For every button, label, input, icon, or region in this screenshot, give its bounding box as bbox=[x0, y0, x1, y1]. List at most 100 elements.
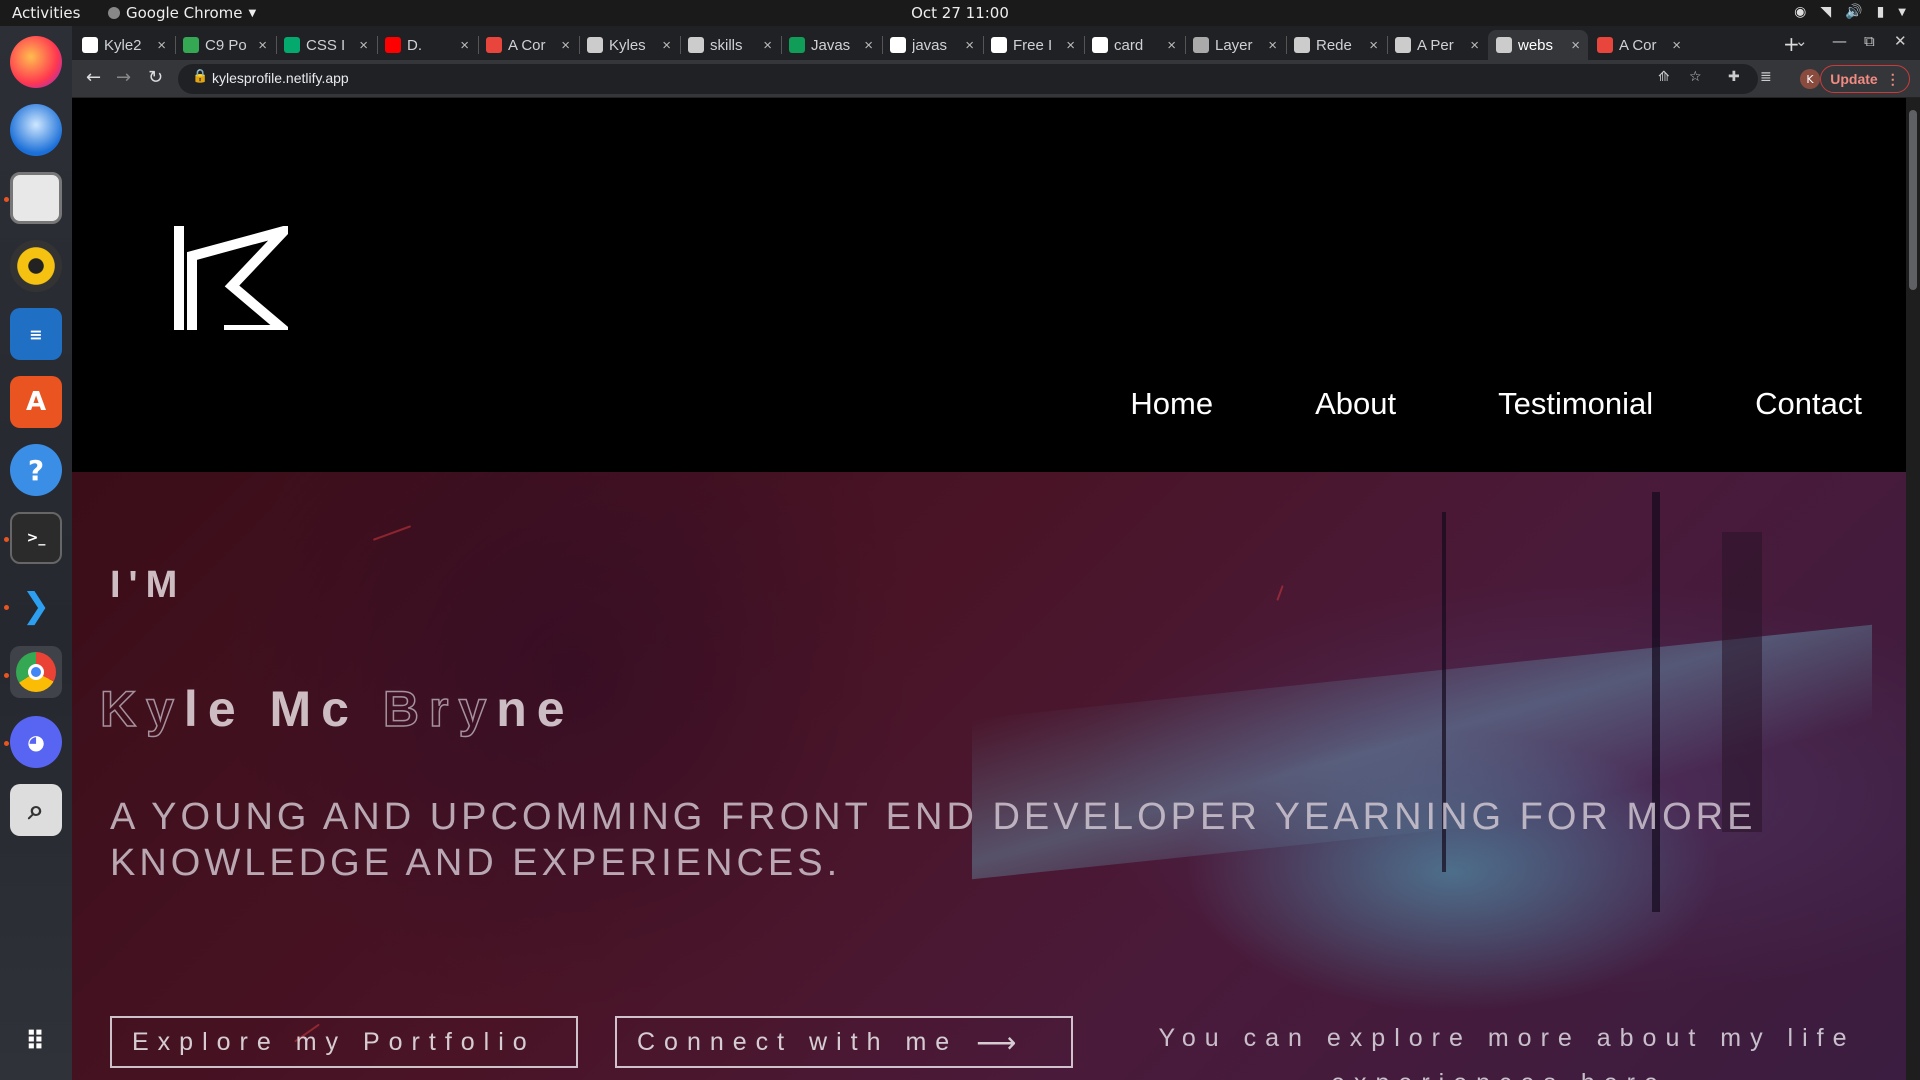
tab-title: D. bbox=[407, 36, 422, 54]
browser-tab[interactable]: Kyle2 × bbox=[74, 30, 174, 60]
running-indicator bbox=[4, 741, 9, 746]
help-icon[interactable]: ? bbox=[10, 444, 62, 496]
thunderbird-icon[interactable] bbox=[10, 104, 62, 156]
close-tab-icon[interactable]: × bbox=[965, 37, 974, 54]
app-menu[interactable]: Google Chrome ▼ bbox=[108, 4, 256, 22]
close-tab-icon[interactable]: × bbox=[1167, 37, 1176, 54]
close-tab-icon[interactable]: × bbox=[1066, 37, 1075, 54]
explore-more-link[interactable]: You can explore more about my life exper… bbox=[1102, 1016, 1906, 1080]
profile-avatar[interactable]: K bbox=[1800, 69, 1820, 89]
browser-tab[interactable]: card × bbox=[1084, 30, 1184, 60]
site-logo[interactable] bbox=[174, 226, 288, 330]
browser-tab[interactable]: CSS I × bbox=[276, 30, 376, 60]
close-tab-icon[interactable]: × bbox=[157, 37, 166, 54]
close-tab-icon[interactable]: × bbox=[1369, 37, 1378, 54]
browser-tab[interactable]: Javas × bbox=[781, 30, 881, 60]
browser-tab[interactable]: Kyles × bbox=[579, 30, 679, 60]
update-label: Update bbox=[1830, 71, 1878, 87]
browser-tab[interactable]: javas × bbox=[882, 30, 982, 60]
netlify-icon bbox=[688, 37, 704, 53]
browser-tab[interactable]: webs × bbox=[1488, 30, 1588, 60]
nav-link-testimonial[interactable]: Testimonial bbox=[1498, 386, 1653, 422]
connect-with-me-label: Connect with me bbox=[637, 1027, 959, 1056]
url-text[interactable]: kylesprofile.netlify.app bbox=[212, 70, 349, 86]
close-tab-icon[interactable]: × bbox=[662, 37, 671, 54]
nav-link-about[interactable]: About bbox=[1315, 386, 1396, 422]
discord-icon[interactable]: ◕ bbox=[10, 716, 62, 768]
minimize-icon[interactable]: — bbox=[1832, 32, 1847, 50]
tab-title: Kyles bbox=[609, 36, 646, 54]
close-tab-icon[interactable]: × bbox=[258, 37, 267, 54]
browser-tab[interactable]: A Cor × bbox=[478, 30, 578, 60]
netlify-icon bbox=[1395, 37, 1411, 53]
browser-tab[interactable]: C9 Po × bbox=[175, 30, 275, 60]
show-applications-icon[interactable]: ⠿ bbox=[10, 1016, 62, 1068]
forward-arrow-icon[interactable]: → bbox=[116, 67, 131, 88]
lock-icon[interactable]: 🔒 bbox=[192, 69, 208, 84]
browser-tab[interactable]: A Per × bbox=[1387, 30, 1487, 60]
activities-button[interactable]: Activities bbox=[12, 4, 80, 22]
address-bar[interactable]: 🔒 kylesprofile.netlify.app bbox=[178, 64, 1758, 94]
extensions-icon[interactable]: ✚ bbox=[1728, 69, 1740, 85]
writer-icon[interactable]: ≡ bbox=[10, 308, 62, 360]
firefox-icon[interactable] bbox=[10, 36, 62, 88]
google-icon bbox=[1092, 37, 1108, 53]
media-control-icon[interactable]: ≣ bbox=[1760, 69, 1772, 85]
close-tab-icon[interactable]: × bbox=[1470, 37, 1479, 54]
nav-link-home[interactable]: Home bbox=[1130, 386, 1213, 422]
close-tab-icon[interactable]: × bbox=[460, 37, 469, 54]
rhythmbox-icon[interactable] bbox=[10, 240, 62, 292]
battery-icon: ▮ bbox=[1876, 4, 1885, 20]
chrome-icon[interactable] bbox=[10, 646, 62, 698]
close-tab-icon[interactable]: × bbox=[1672, 37, 1681, 54]
tab-title: C9 Po bbox=[205, 36, 247, 54]
files-icon[interactable] bbox=[10, 172, 62, 224]
vscode-icon[interactable]: ❯ bbox=[10, 580, 62, 632]
close-tab-icon[interactable]: × bbox=[864, 37, 873, 54]
tab-search-icon[interactable]: ⌄ bbox=[1795, 32, 1808, 50]
hero-name-part: K bbox=[99, 680, 147, 738]
chevron-down-icon[interactable]: ▼ bbox=[1898, 7, 1906, 18]
discord-tray-icon[interactable]: ◉ bbox=[1794, 4, 1806, 20]
site-nav: Home About Testimonial Contact bbox=[1130, 386, 1862, 422]
browser-tab[interactable]: Rede × bbox=[1286, 30, 1386, 60]
bookmark-star-icon[interactable]: ☆ bbox=[1689, 69, 1702, 85]
sheet-icon bbox=[789, 37, 805, 53]
screenshot-icon[interactable]: ⌕ bbox=[10, 784, 62, 836]
running-indicator bbox=[4, 605, 9, 610]
tab-title: A Cor bbox=[508, 36, 546, 54]
translate-icon[interactable]: ⟰ bbox=[1658, 69, 1670, 85]
close-window-icon[interactable]: ✕ bbox=[1894, 32, 1907, 50]
close-tab-icon[interactable]: × bbox=[1571, 37, 1580, 54]
browser-tab[interactable]: skills × bbox=[680, 30, 780, 60]
browser-tab[interactable]: Free I × bbox=[983, 30, 1083, 60]
terminal-icon[interactable]: >_ bbox=[10, 512, 62, 564]
connect-with-me-button[interactable]: Connect with me ⟶ bbox=[615, 1016, 1073, 1068]
close-tab-icon[interactable]: × bbox=[561, 37, 570, 54]
scrollbar-thumb[interactable] bbox=[1909, 110, 1917, 290]
back-arrow-icon[interactable]: ← bbox=[86, 67, 101, 88]
w3-icon bbox=[284, 37, 300, 53]
github-icon bbox=[82, 37, 98, 53]
app-menu-label: Google Chrome bbox=[126, 4, 243, 22]
close-tab-icon[interactable]: × bbox=[763, 37, 772, 54]
close-tab-icon[interactable]: × bbox=[359, 37, 368, 54]
browser-tab[interactable]: D. × bbox=[377, 30, 477, 60]
hero-name-part: Bry bbox=[382, 680, 497, 738]
nav-link-contact[interactable]: Contact bbox=[1755, 386, 1862, 422]
hero-background-decoration bbox=[1722, 532, 1762, 832]
explore-portfolio-button[interactable]: Explore my Portfolio bbox=[110, 1016, 578, 1068]
software-center-icon[interactable]: A bbox=[10, 376, 62, 428]
reload-icon[interactable]: ↻ bbox=[148, 67, 163, 88]
browser-tab[interactable]: A Cor × bbox=[1589, 30, 1689, 60]
clock[interactable]: Oct 27 11:00 bbox=[911, 4, 1009, 22]
restore-icon[interactable]: ⧉ bbox=[1864, 32, 1875, 50]
close-tab-icon[interactable]: × bbox=[1268, 37, 1277, 54]
system-tray[interactable]: ◉ ◥ 🔊 ▮ ▼ bbox=[1794, 4, 1906, 20]
page-scrollbar[interactable] bbox=[1906, 98, 1920, 1080]
drive-icon bbox=[183, 37, 199, 53]
update-button[interactable]: Update ⋮ bbox=[1820, 65, 1910, 93]
tab-title: webs bbox=[1518, 36, 1554, 54]
youtube-icon bbox=[385, 37, 401, 53]
browser-tab[interactable]: Layer × bbox=[1185, 30, 1285, 60]
